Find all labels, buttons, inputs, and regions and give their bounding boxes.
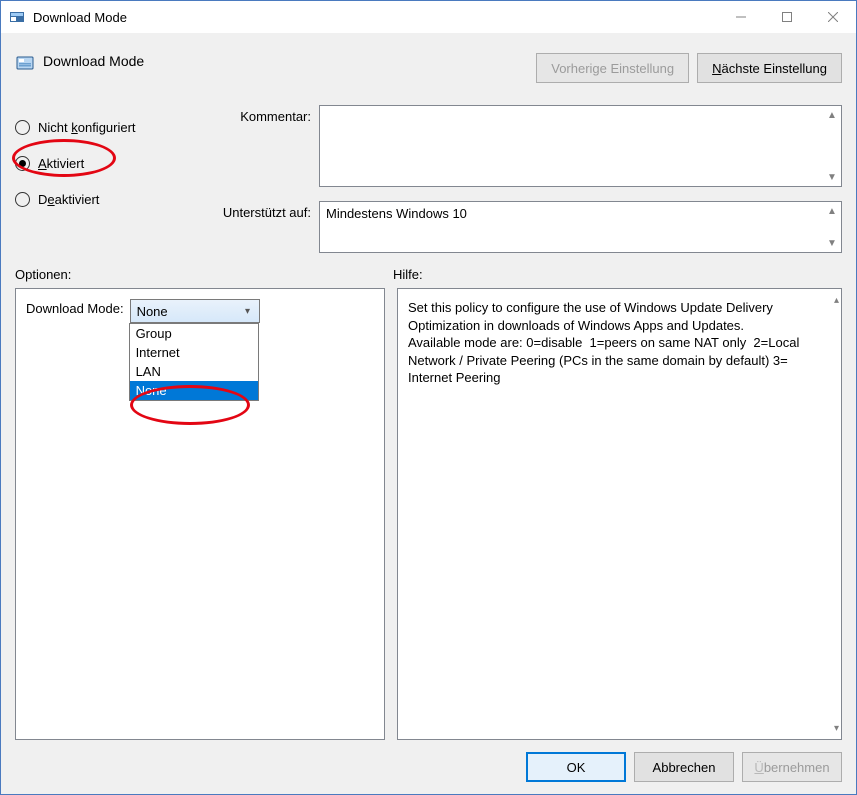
comment-label: Kommentar: — [193, 105, 311, 187]
comment-textbox[interactable]: ▲ ▼ — [319, 105, 842, 187]
download-mode-label: Download Mode: — [26, 299, 124, 316]
close-icon — [828, 12, 838, 22]
ok-button[interactable]: OK — [526, 752, 626, 782]
next-setting-label-rest: ächste Einstellung — [721, 61, 827, 76]
combo-selected-value: None — [137, 304, 168, 319]
radio-icon — [15, 156, 30, 171]
combo-item-none[interactable]: None — [130, 381, 258, 400]
client-area: Download Mode Vorherige Einstellung Näch… — [1, 33, 856, 794]
download-mode-option: Download Mode: None ▾ Group Internet LAN… — [26, 299, 374, 323]
supported-value: Mindestens Windows 10 — [320, 202, 841, 227]
radio-disabled[interactable]: Deaktiviert — [15, 181, 193, 217]
policy-name: Download Mode — [43, 53, 536, 69]
section-labels: Optionen: Hilfe: — [15, 267, 842, 282]
radio-label: Nicht konfiguriert — [38, 120, 136, 135]
maximize-button[interactable] — [764, 1, 810, 33]
combo-box[interactable]: None ▾ — [130, 299, 260, 323]
meta-fields: Kommentar: ▲ ▼ Unterstützt auf: Mindeste… — [193, 105, 842, 253]
download-mode-combo[interactable]: None ▾ Group Internet LAN None — [130, 299, 260, 323]
combo-item-lan[interactable]: LAN — [130, 362, 258, 381]
scroll-up-icon[interactable]: ▴ — [834, 291, 839, 309]
help-text: Set this policy to configure the use of … — [408, 299, 831, 387]
policy-icon — [15, 53, 35, 73]
minimize-button[interactable] — [718, 1, 764, 33]
window-controls — [718, 1, 856, 33]
scrollbar[interactable]: ▲ ▼ — [823, 202, 841, 252]
cancel-button[interactable]: Abbrechen — [634, 752, 734, 782]
supported-row: Unterstützt auf: Mindestens Windows 10 ▲… — [193, 201, 842, 253]
radio-label: Deaktiviert — [38, 192, 99, 207]
apply-button[interactable]: Übernehmen — [742, 752, 842, 782]
comment-row: Kommentar: ▲ ▼ — [193, 105, 842, 187]
comment-value — [320, 106, 841, 114]
radio-icon — [15, 120, 30, 135]
close-button[interactable] — [810, 1, 856, 33]
radio-label: Aktiviert — [38, 156, 84, 171]
nav-buttons: Vorherige Einstellung Nächste Einstellun… — [536, 53, 842, 83]
next-setting-button[interactable]: Nächste Einstellung — [697, 53, 842, 83]
minimize-icon — [736, 12, 746, 22]
app-icon — [9, 9, 25, 25]
supported-textbox: Mindestens Windows 10 ▲ ▼ — [319, 201, 842, 253]
policy-editor-window: Download Mode Download Mode Vorherige Ei… — [0, 0, 857, 795]
help-panel: Set this policy to configure the use of … — [397, 288, 842, 740]
combo-item-group[interactable]: Group — [130, 324, 258, 343]
radio-enabled[interactable]: Aktiviert — [15, 145, 193, 181]
scroll-down-icon: ▼ — [823, 234, 841, 252]
scroll-down-icon: ▼ — [823, 168, 841, 186]
scrollbar[interactable]: ▲ ▼ — [823, 106, 841, 186]
chevron-down-icon: ▾ — [237, 300, 259, 322]
scroll-down-icon[interactable]: ▾ — [834, 719, 839, 737]
lower-panels: Download Mode: None ▾ Group Internet LAN… — [15, 288, 842, 740]
window-title: Download Mode — [33, 10, 718, 25]
radio-icon — [15, 192, 30, 207]
radio-not-configured[interactable]: Nicht konfiguriert — [15, 109, 193, 145]
help-section-label: Hilfe: — [393, 267, 423, 282]
maximize-icon — [782, 12, 792, 22]
scroll-up-icon: ▲ — [823, 202, 841, 220]
combo-item-internet[interactable]: Internet — [130, 343, 258, 362]
state-radio-group: Nicht konfiguriert Aktiviert Deaktiviert — [15, 105, 193, 253]
state-and-fields: Nicht konfiguriert Aktiviert Deaktiviert… — [15, 105, 842, 253]
scroll-up-icon: ▲ — [823, 106, 841, 124]
options-section-label: Optionen: — [15, 267, 393, 282]
options-panel: Download Mode: None ▾ Group Internet LAN… — [15, 288, 385, 740]
combo-dropdown-list: Group Internet LAN None — [129, 323, 259, 401]
apply-label-rest: bernehmen — [764, 760, 830, 775]
policy-header: Download Mode Vorherige Einstellung Näch… — [15, 53, 842, 83]
supported-label: Unterstützt auf: — [193, 201, 311, 253]
titlebar: Download Mode — [1, 1, 856, 33]
dialog-footer: OK Abbrechen Übernehmen — [15, 740, 842, 784]
previous-setting-button[interactable]: Vorherige Einstellung — [536, 53, 689, 83]
